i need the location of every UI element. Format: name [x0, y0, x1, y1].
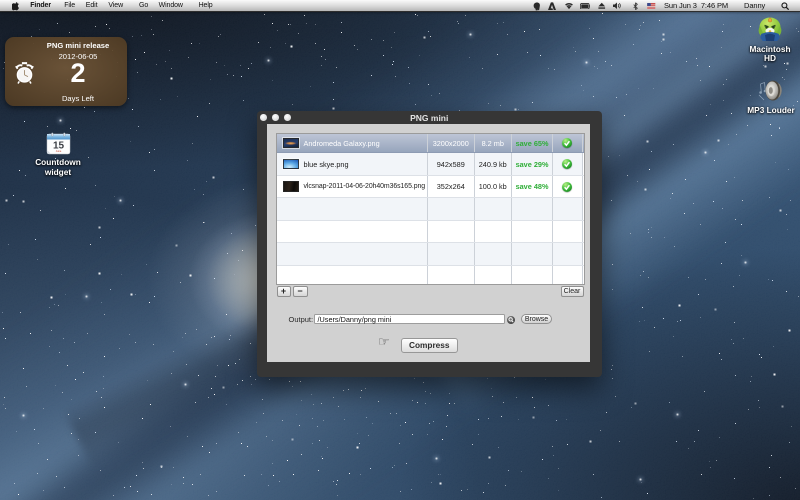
svg-text:June: June	[56, 149, 62, 153]
